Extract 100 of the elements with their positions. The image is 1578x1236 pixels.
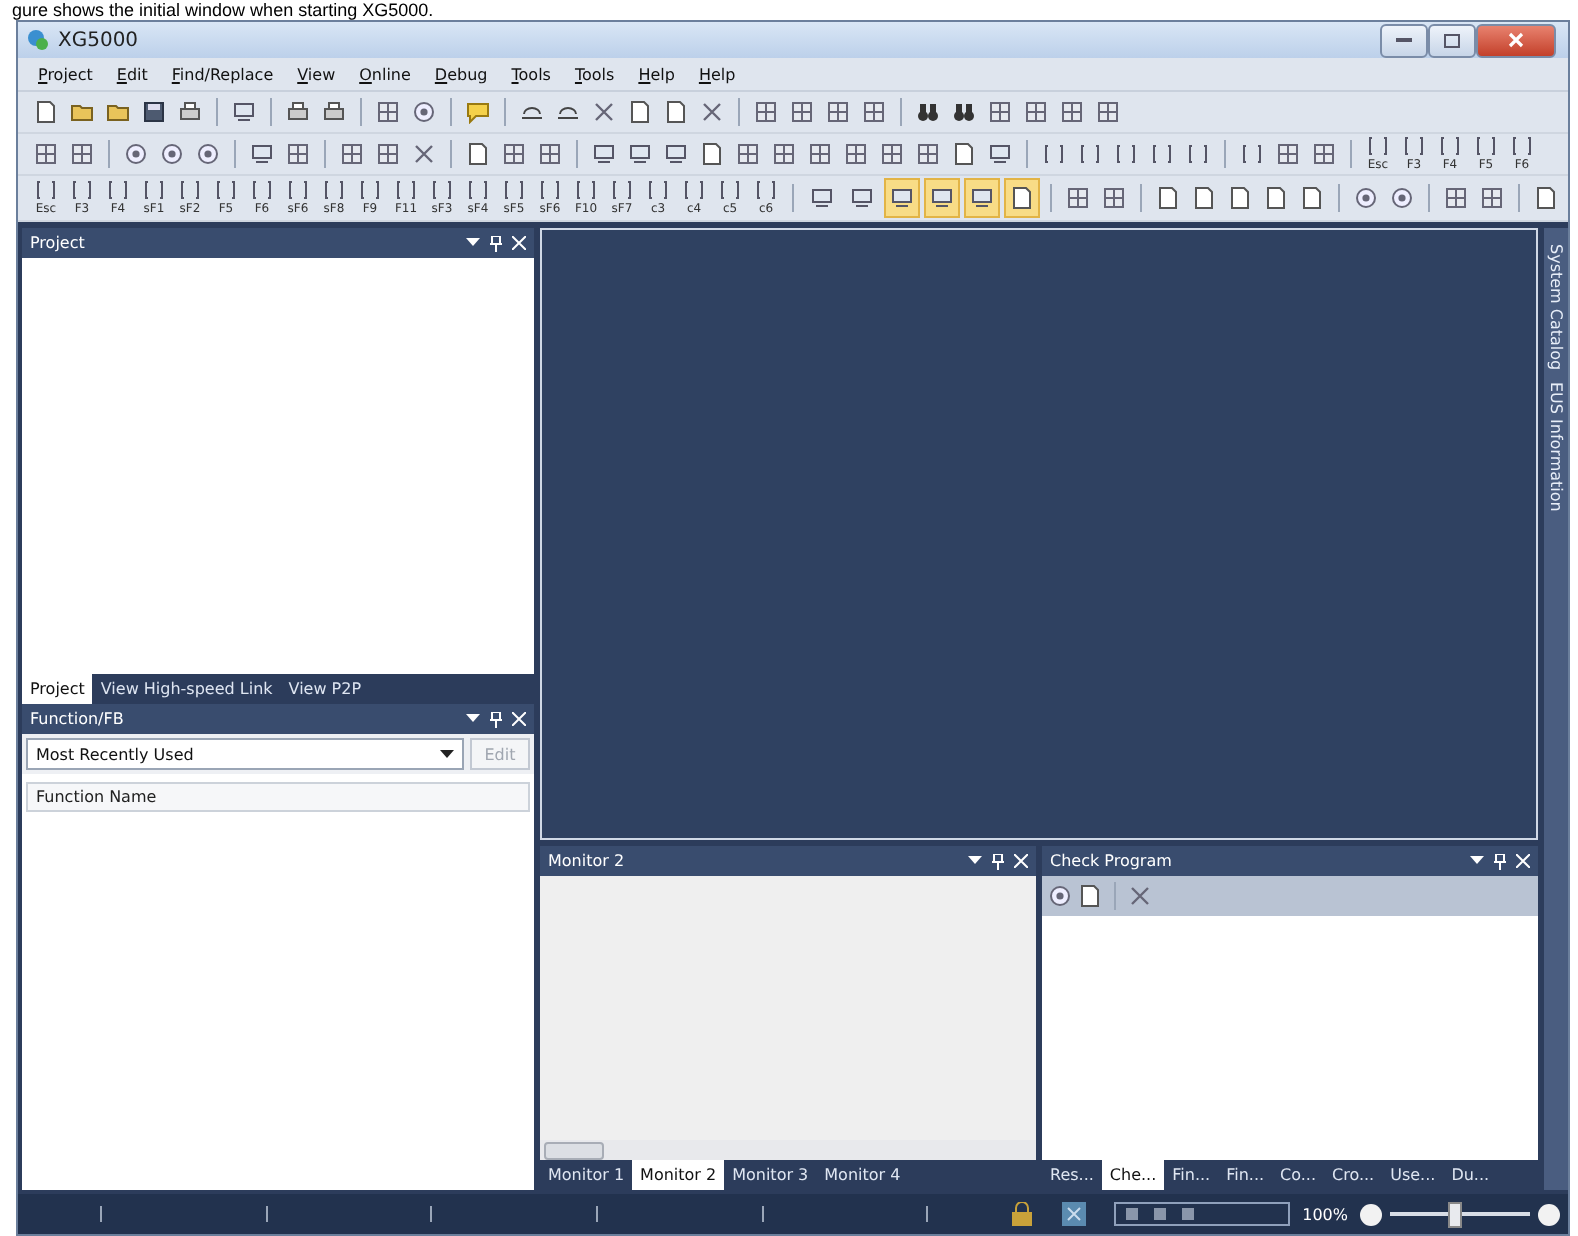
bracket-icon[interactable] xyxy=(646,178,670,202)
view-toggle[interactable] xyxy=(964,178,1000,218)
pin-icon[interactable] xyxy=(490,235,502,251)
bracket-icon[interactable] xyxy=(718,178,742,202)
grid-icon[interactable] xyxy=(1312,142,1336,166)
pin-icon[interactable] xyxy=(1494,853,1506,869)
bracket-icon[interactable] xyxy=(1366,134,1390,158)
bracket-icon[interactable] xyxy=(1474,134,1498,158)
monitor-icon[interactable] xyxy=(664,142,688,166)
bracket-icon[interactable] xyxy=(1150,142,1174,166)
panel-tab[interactable]: View P2P xyxy=(280,674,370,704)
grid-icon[interactable] xyxy=(790,100,814,124)
monitor-icon[interactable] xyxy=(850,186,874,210)
panel-tab[interactable]: Monitor 4 xyxy=(816,1160,909,1190)
circle-icon[interactable] xyxy=(196,142,220,166)
cross-icon[interactable] xyxy=(1128,884,1152,908)
menu-item[interactable]: Find/Replace xyxy=(171,65,274,83)
monitor-icon[interactable] xyxy=(250,142,274,166)
view-toggle[interactable] xyxy=(924,178,960,218)
panel-tab[interactable]: Co... xyxy=(1272,1160,1325,1190)
zoom-out-icon[interactable] xyxy=(1360,1203,1382,1225)
bracket-icon[interactable] xyxy=(1402,134,1426,158)
panel-tab[interactable]: View High-speed Link xyxy=(92,674,281,704)
minimize-button[interactable] xyxy=(1380,23,1428,57)
grid-icon[interactable] xyxy=(880,142,904,166)
panel-tab[interactable]: Fin... xyxy=(1164,1160,1219,1190)
panel-tab[interactable]: Cro... xyxy=(1324,1160,1383,1190)
grid-icon[interactable] xyxy=(1480,186,1504,210)
menu-item[interactable]: Tools xyxy=(574,65,615,83)
bracket-icon[interactable] xyxy=(34,178,58,202)
menu-item[interactable]: View xyxy=(297,65,336,83)
filter-dropdown[interactable]: Most Recently Used xyxy=(26,738,464,770)
bracket-icon[interactable] xyxy=(1114,142,1138,166)
panel-tab[interactable]: Monitor 1 xyxy=(540,1160,633,1190)
page-icon[interactable] xyxy=(1300,186,1324,210)
printer-icon[interactable] xyxy=(322,100,346,124)
horizontal-scrollbar[interactable] xyxy=(540,1140,1036,1160)
monitor-icon[interactable] xyxy=(988,142,1012,166)
bracket-icon[interactable] xyxy=(502,178,526,202)
grid-icon[interactable] xyxy=(1102,186,1126,210)
grid-icon[interactable] xyxy=(1276,142,1300,166)
bracket-icon[interactable] xyxy=(1240,142,1264,166)
grid-icon[interactable] xyxy=(376,142,400,166)
bracket-icon[interactable] xyxy=(178,178,202,202)
panel-tab[interactable]: Du... xyxy=(1443,1160,1498,1190)
grid-icon[interactable] xyxy=(376,100,400,124)
printer-icon[interactable] xyxy=(286,100,310,124)
binoculars-icon[interactable] xyxy=(916,100,940,124)
bracket-icon[interactable] xyxy=(574,178,598,202)
grid-icon[interactable] xyxy=(754,100,778,124)
page-icon[interactable] xyxy=(1192,186,1216,210)
dropdown-icon[interactable] xyxy=(466,238,480,248)
grid-icon[interactable] xyxy=(1066,186,1090,210)
circle-icon[interactable] xyxy=(1390,186,1414,210)
page-icon[interactable] xyxy=(34,100,58,124)
monitor-icon[interactable] xyxy=(592,142,616,166)
maximize-button[interactable] xyxy=(1428,23,1476,57)
grid-icon[interactable] xyxy=(862,100,886,124)
grid-icon[interactable] xyxy=(1096,100,1120,124)
grid-icon[interactable] xyxy=(1444,186,1468,210)
bracket-icon[interactable] xyxy=(466,178,490,202)
page-icon[interactable] xyxy=(952,142,976,166)
page-icon[interactable] xyxy=(628,100,652,124)
circle-icon[interactable] xyxy=(1048,884,1072,908)
folder-icon[interactable] xyxy=(70,100,94,124)
bracket-icon[interactable] xyxy=(682,178,706,202)
close-icon[interactable] xyxy=(512,236,526,250)
page-icon[interactable] xyxy=(1010,186,1034,210)
monitor-icon[interactable] xyxy=(628,142,652,166)
grid-icon[interactable] xyxy=(916,142,940,166)
cross-icon[interactable] xyxy=(592,100,616,124)
page-icon[interactable] xyxy=(1156,186,1180,210)
dropdown-icon[interactable] xyxy=(466,714,480,724)
page-icon[interactable] xyxy=(664,100,688,124)
view-toggle[interactable] xyxy=(884,178,920,218)
page-icon[interactable] xyxy=(1228,186,1252,210)
menu-item[interactable]: Online xyxy=(359,65,411,83)
monitor-icon[interactable] xyxy=(810,186,834,210)
grid-icon[interactable] xyxy=(808,142,832,166)
grid-icon[interactable] xyxy=(988,100,1012,124)
dropdown-icon[interactable] xyxy=(968,856,982,866)
panel-tab[interactable]: Fin... xyxy=(1218,1160,1273,1190)
monitor-icon[interactable] xyxy=(930,186,954,210)
bracket-icon[interactable] xyxy=(1438,134,1462,158)
bracket-icon[interactable] xyxy=(610,178,634,202)
close-icon[interactable] xyxy=(1516,854,1530,868)
grid-icon[interactable] xyxy=(772,142,796,166)
grid-icon[interactable] xyxy=(286,142,310,166)
panel-tab[interactable]: Project xyxy=(22,674,93,704)
page-icon[interactable] xyxy=(1078,884,1102,908)
menu-item[interactable]: Help xyxy=(698,65,736,83)
grid-icon[interactable] xyxy=(34,142,58,166)
binoculars-icon[interactable] xyxy=(952,100,976,124)
panel-tab[interactable]: Che... xyxy=(1101,1160,1165,1190)
grid-icon[interactable] xyxy=(70,142,94,166)
cross-icon[interactable] xyxy=(412,142,436,166)
page-icon[interactable] xyxy=(1534,186,1558,210)
grid-icon[interactable] xyxy=(1060,100,1084,124)
side-tab[interactable]: System Catalog xyxy=(1547,244,1565,371)
circle-icon[interactable] xyxy=(412,100,436,124)
